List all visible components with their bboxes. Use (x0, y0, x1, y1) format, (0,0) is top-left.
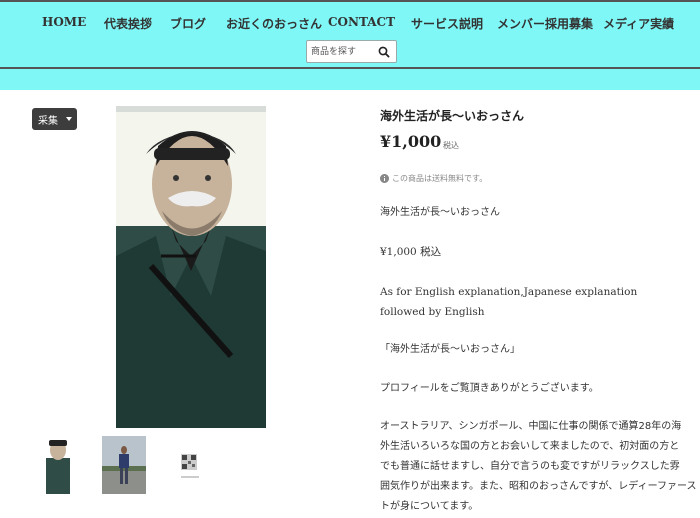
nav-item-media[interactable]: メディア実績 (603, 15, 674, 32)
nav-item-blog[interactable]: ブログ (170, 15, 206, 32)
product-title: 海外生活が長〜いおっさん (380, 109, 525, 123)
description-line: ¥1,000 税込 (380, 242, 441, 262)
shipping-note: この商品は送料無料です。 (392, 174, 488, 183)
nav-item-contact[interactable]: CONTACT (328, 15, 395, 29)
description-line: 「海外生活が長〜いおっさん」 (380, 340, 520, 360)
description-line: でも普通に話せますし、自分で言うのも変ですがリラックスした雰 (380, 461, 680, 472)
description-profile: オーストラリア、シンガポール、中国に仕事の関係で通算28年の海 外生活いろいろな… (380, 417, 697, 517)
description-title: 海外生活が長〜いおっさん (380, 207, 500, 218)
description-line: プロフィールをご覧頂きありがとうございます。 (380, 379, 599, 399)
description-line: 外生活いろいろな国の方とお会いして来ましたので、初対面の方と (380, 441, 680, 452)
description-price: ¥1,000 税込 (380, 246, 442, 258)
description-english-note: As for English explanation,Japanese expl… (380, 282, 637, 322)
collect-button-label: 采集 (38, 116, 58, 127)
product-thumbnail-2[interactable] (102, 436, 146, 494)
nav-item-home[interactable]: HOME (42, 15, 86, 29)
product-search (306, 40, 397, 63)
description-line: As for English explanation,Japanese expl… (380, 286, 638, 298)
description-thanks: プロフィールをご覧頂きありがとうございます。 (380, 383, 599, 394)
collect-button[interactable]: 采集 (32, 108, 77, 130)
description-line: 囲気作りが出来ます。また、昭和のおっさんですが、レディーファース (380, 481, 697, 492)
description-quote: 「海外生活が長〜いおっさん」 (380, 344, 520, 355)
header-bottom-border (0, 67, 700, 69)
nav-item-recruit[interactable]: メンバー採用募集 (497, 15, 593, 32)
main-nav: HOME 代表挨拶 ブログ お近くのおっさん CONTACT サービス説明 メン… (0, 15, 700, 33)
description-line: followed by English (380, 306, 485, 318)
info-icon (380, 174, 389, 183)
nav-item-greeting[interactable]: 代表挨拶 (104, 15, 152, 32)
header-top-border (0, 0, 700, 2)
chevron-down-icon (66, 117, 72, 121)
product-thumbnail-1[interactable] (44, 436, 88, 494)
nav-item-service[interactable]: サービス説明 (411, 15, 483, 32)
description-line: 海外生活が長〜いおっさん (380, 203, 500, 223)
product-price: ¥1,000 (380, 132, 442, 151)
product-page: 采集 海外生活が長〜いおっさん ¥1,000 税込 この商品は送料無料です。 海… (0, 90, 700, 518)
product-thumbnail-3[interactable] (169, 436, 213, 494)
search-icon[interactable] (377, 45, 391, 59)
description-line: オーストラリア、シンガポール、中国に仕事の関係で通算28年の海 (380, 421, 682, 432)
description-line: トが身についてます。 (380, 501, 479, 512)
nav-item-nearby-ossan[interactable]: お近くのおっさん (226, 15, 322, 32)
site-header: HOME 代表挨拶 ブログ お近くのおっさん CONTACT サービス説明 メン… (0, 0, 700, 90)
product-main-image[interactable] (116, 106, 266, 428)
tax-label: 税込 (443, 141, 459, 150)
search-input[interactable] (311, 44, 373, 60)
